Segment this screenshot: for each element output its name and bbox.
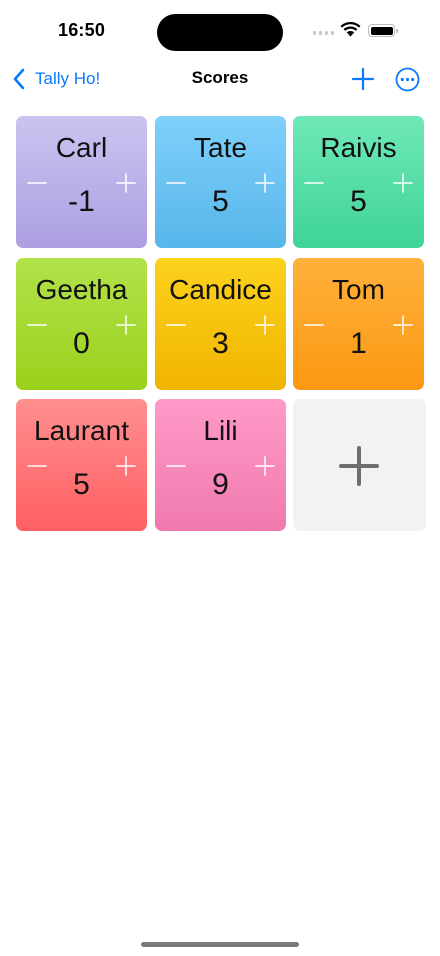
battery-icon xyxy=(368,24,398,37)
player-tile: Geetha 0 xyxy=(16,258,147,390)
player-name: Tom xyxy=(332,274,385,305)
player-score: 9 xyxy=(212,468,229,501)
wifi-icon xyxy=(340,22,361,37)
player-name: Geetha xyxy=(35,274,128,305)
player-name: Lili xyxy=(203,415,238,446)
status-time: 16:50 xyxy=(58,20,106,40)
player-name: Candice xyxy=(169,274,272,305)
battery-cap xyxy=(396,29,398,33)
player-tile: Raivis 5 xyxy=(293,116,424,248)
player-name: Carl xyxy=(55,132,108,163)
player-score: 3 xyxy=(212,327,229,360)
dynamic-island xyxy=(157,14,283,51)
player-score: 0 xyxy=(73,327,90,360)
player-tile: Laurant 5 xyxy=(16,399,147,531)
status-bar: 16:50 xyxy=(0,0,440,62)
player-score: 1 xyxy=(350,327,367,360)
plus-icon[interactable] xyxy=(351,67,375,91)
navigation-bar: Tally Ho! Scores xyxy=(0,62,440,96)
ellipsis-circle-icon[interactable] xyxy=(395,67,420,92)
screen: 16:50 Tally Ho! Scores Carl -1 Tate 5 Ra… xyxy=(0,0,440,956)
battery-level xyxy=(370,26,393,35)
add-player-tile[interactable] xyxy=(293,399,426,531)
player-name: Laurant xyxy=(34,415,129,446)
home-indicator xyxy=(141,942,299,947)
player-score: 5 xyxy=(212,185,229,218)
player-tile: Lili 9 xyxy=(155,399,286,531)
player-tile: Carl -1 xyxy=(16,116,147,248)
player-tile: Tate 5 xyxy=(155,116,286,248)
plus-icon xyxy=(339,446,379,486)
player-score: 5 xyxy=(350,185,367,218)
cellular-signal-icon xyxy=(313,31,335,37)
player-score: -1 xyxy=(68,185,95,218)
player-tile: Candice 3 xyxy=(155,258,286,390)
player-name: Tate xyxy=(194,132,247,163)
player-tile: Tom 1 xyxy=(293,258,424,390)
player-name: Raivis xyxy=(320,132,397,163)
player-score: 5 xyxy=(73,468,90,501)
